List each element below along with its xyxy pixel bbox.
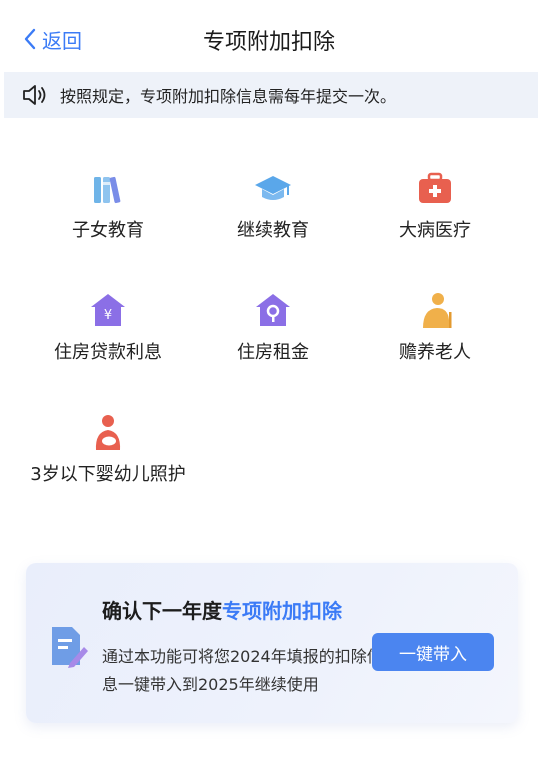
item-label: 住房租金 — [237, 342, 309, 363]
item-infant-care[interactable]: 3岁以下婴幼儿照护 — [23, 412, 193, 490]
item-label: 子女教育 — [72, 220, 144, 241]
confirm-next-year-card: 确认下一年度专项附加扣除 通过本功能可将您2024年填报的扣除信息一键带入到20… — [26, 563, 518, 723]
item-elderly-support[interactable]: 赡养老人 — [350, 290, 520, 368]
svg-text:¥: ¥ — [104, 308, 112, 323]
item-label: 赡养老人 — [399, 342, 471, 363]
house-key-icon — [256, 294, 290, 326]
notice-bar: 按照规定，专项附加扣除信息需每年提交一次。 — [4, 72, 538, 118]
item-serious-illness[interactable]: 大病医疗 — [350, 168, 520, 246]
notice-text: 按照规定，专项附加扣除信息需每年提交一次。 — [60, 87, 397, 106]
card-title-prefix: 确认下一年度 — [102, 599, 222, 623]
item-label: 3岁以下婴幼儿照护 — [30, 464, 186, 485]
item-continuing-education[interactable]: 继续教育 — [188, 168, 358, 246]
card-title-highlight: 专项附加扣除 — [222, 599, 342, 623]
graduation-cap-icon — [255, 176, 291, 200]
books-icon — [94, 176, 121, 204]
mother-child-icon — [95, 415, 121, 450]
item-housing-rent[interactable]: 住房租金 — [188, 290, 358, 368]
card-title: 确认下一年度专项附加扣除 — [102, 595, 342, 624]
house-yen-icon: ¥ — [91, 294, 125, 326]
item-label: 继续教育 — [237, 220, 309, 241]
document-edit-icon — [52, 627, 88, 668]
one-click-import-button[interactable]: 一键带入 — [372, 633, 494, 671]
speaker-icon — [23, 85, 46, 105]
nav-bar: 返回 专项附加扣除 — [0, 0, 538, 72]
page-title: 专项附加扣除 — [202, 30, 335, 55]
card-description: 通过本功能可将您2024年填报的扣除信息一键带入到2025年继续使用 — [102, 647, 383, 694]
item-label: 大病医疗 — [399, 220, 471, 241]
item-label: 住房贷款利息 — [54, 342, 162, 363]
item-child-education[interactable]: 子女教育 — [23, 168, 193, 246]
item-housing-loan-interest[interactable]: ¥ 住房贷款利息 — [23, 290, 193, 368]
medical-kit-icon — [419, 172, 451, 203]
elderly-person-icon — [423, 293, 452, 328]
